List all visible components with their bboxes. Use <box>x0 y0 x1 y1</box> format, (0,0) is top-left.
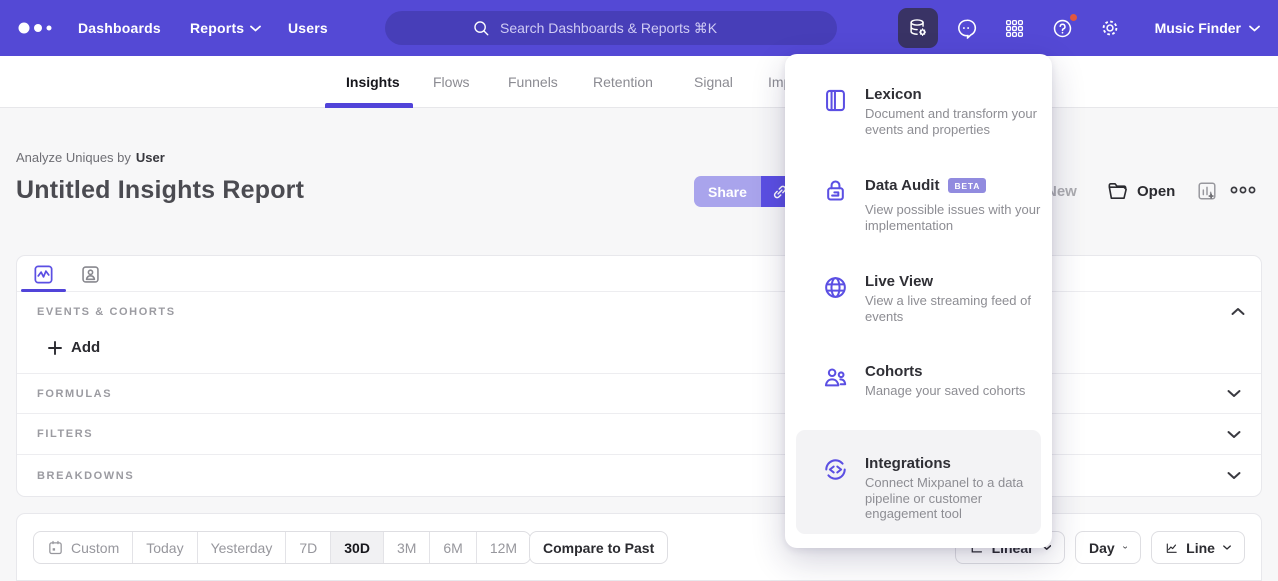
tab-signal[interactable]: Signal <box>694 74 733 90</box>
gear-icon <box>1099 17 1121 39</box>
lexicon-icon <box>822 87 849 114</box>
feedback-button[interactable] <box>946 8 986 48</box>
speech-bubble-icon <box>955 17 978 40</box>
formulas-section-row[interactable]: FORMULAS <box>17 373 1261 413</box>
line-chart-icon <box>1165 539 1178 557</box>
menu-item-integrations[interactable]: Integrations Connect Mixpanel to a data … <box>796 430 1041 534</box>
query-builder-panel: EVENTS & COHORTS Add FORMULAS FILTERS BR… <box>16 255 1262 497</box>
chevron-down-icon <box>1123 544 1127 551</box>
nav-users[interactable]: Users <box>288 20 328 36</box>
calendar-icon <box>47 539 64 556</box>
share-split-button[interactable]: Share <box>694 176 799 207</box>
globe-icon <box>822 274 849 301</box>
users-view-tab-icon[interactable] <box>80 264 101 285</box>
more-options-button[interactable] <box>1230 186 1256 194</box>
chevron-down-icon <box>1227 389 1241 398</box>
app-window: Dashboards Reports Users <box>0 0 1278 581</box>
analyze-by-value[interactable]: User <box>136 150 165 165</box>
data-management-dropdown: Lexicon Document and transform your even… <box>785 54 1052 548</box>
menu-item-data-audit[interactable]: Data Audit BETA View possible issues wit… <box>796 168 1041 260</box>
integrations-sync-icon <box>822 456 849 483</box>
range-today[interactable]: Today <box>133 532 197 563</box>
apps-grid-button[interactable] <box>994 8 1034 48</box>
tab-retention[interactable]: Retention <box>593 74 653 90</box>
chart-toolbar-panel: Custom Today Yesterday 7D 30D 3M 6M 12M … <box>16 513 1262 581</box>
project-selector[interactable]: Music Finder <box>1155 20 1260 36</box>
beta-badge: BETA <box>948 178 986 193</box>
range-3m[interactable]: 3M <box>384 532 430 563</box>
range-30d[interactable]: 30D <box>331 532 384 563</box>
active-query-tab-underline <box>21 289 66 292</box>
query-view-tabs <box>17 256 1261 292</box>
filters-section-row[interactable]: FILTERS <box>17 413 1261 454</box>
breakdowns-section-row[interactable]: BREAKDOWNS <box>17 454 1261 496</box>
interval-selector-button[interactable]: Day <box>1075 531 1141 564</box>
database-gear-icon <box>907 17 929 39</box>
settings-button[interactable] <box>1090 8 1130 48</box>
nav-dashboards[interactable]: Dashboards <box>78 20 161 36</box>
chevron-down-icon <box>1227 471 1241 480</box>
plus-icon <box>48 341 62 355</box>
tab-flows[interactable]: Flows <box>433 74 470 90</box>
open-report-button[interactable]: Open <box>1106 176 1175 207</box>
active-tab-underline <box>325 103 413 108</box>
range-yesterday[interactable]: Yesterday <box>198 532 287 563</box>
cohorts-icon <box>822 364 849 391</box>
notification-dot <box>1068 12 1079 23</box>
chevron-down-icon <box>1249 25 1260 32</box>
chevron-down-icon <box>1223 544 1231 551</box>
range-7d[interactable]: 7D <box>286 532 331 563</box>
mixpanel-logo-icon[interactable] <box>18 22 62 34</box>
add-to-dashboard-button[interactable] <box>1196 180 1218 202</box>
range-6m[interactable]: 6M <box>430 532 476 563</box>
range-custom[interactable]: Custom <box>34 532 133 563</box>
range-12m[interactable]: 12M <box>477 532 530 563</box>
chevron-up-icon[interactable] <box>1231 307 1245 316</box>
global-search[interactable] <box>385 11 837 45</box>
menu-item-cohorts[interactable]: Cohorts Manage your saved cohorts <box>796 352 1041 428</box>
top-navigation-bar: Dashboards Reports Users <box>0 0 1278 56</box>
apps-grid-icon <box>1004 18 1025 39</box>
add-event-button[interactable]: Add <box>48 339 100 356</box>
menu-item-lexicon[interactable]: Lexicon Document and transform your even… <box>796 76 1041 166</box>
ellipsis-icon <box>1230 186 1256 194</box>
tab-funnels[interactable]: Funnels <box>508 74 558 90</box>
report-title[interactable]: Untitled Insights Report <box>16 176 304 205</box>
tab-insights[interactable]: Insights <box>346 74 400 90</box>
share-button[interactable]: Share <box>694 176 761 207</box>
report-tabs-bar: Insights Flows Funnels Retention Signal … <box>0 56 1278 108</box>
data-management-button[interactable] <box>898 8 938 48</box>
analyze-by-label[interactable]: Analyze Uniques byUser <box>16 150 165 165</box>
events-view-tab-icon[interactable] <box>32 263 55 286</box>
menu-item-live-view[interactable]: Live View View a live streaming feed of … <box>796 262 1041 352</box>
date-range-control: Custom Today Yesterday 7D 30D 3M 6M 12M <box>33 531 531 564</box>
chevron-down-icon <box>250 25 261 32</box>
compare-to-past-button[interactable]: Compare to Past <box>529 531 668 564</box>
chart-add-icon <box>1196 180 1218 202</box>
search-icon <box>472 19 490 37</box>
folder-icon <box>1106 180 1129 203</box>
chart-type-selector-button[interactable]: Line <box>1151 531 1245 564</box>
search-input[interactable] <box>500 20 750 36</box>
data-audit-icon <box>822 177 849 204</box>
events-cohorts-section-label: EVENTS & COHORTS <box>37 306 176 318</box>
nav-reports[interactable]: Reports <box>190 20 261 36</box>
chevron-down-icon <box>1227 430 1241 439</box>
